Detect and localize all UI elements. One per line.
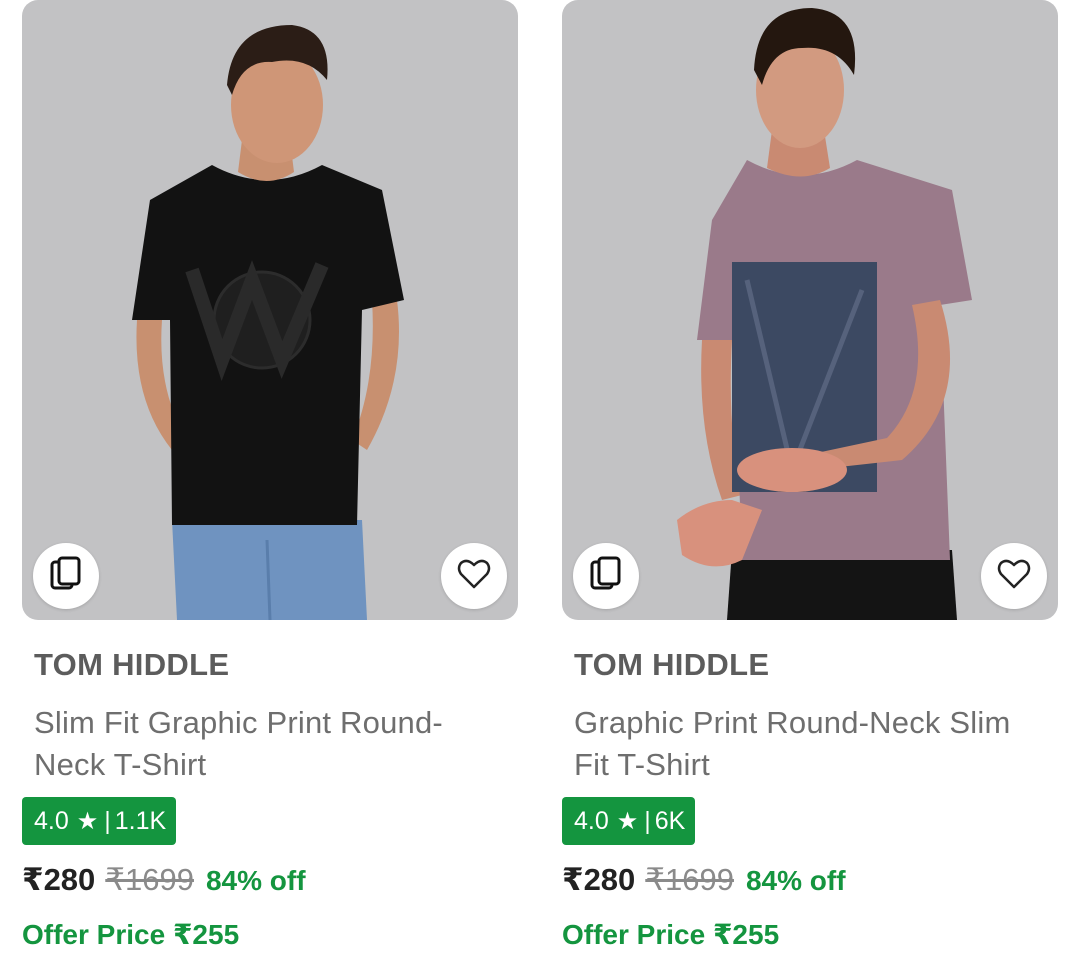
rating-value: 4.0 <box>574 806 609 835</box>
rating-count: 6K <box>654 806 686 835</box>
cards-icon <box>46 554 86 599</box>
product-title[interactable]: Graphic Print Round-Neck Slim Fit T-Shir… <box>574 702 1054 786</box>
product-photo <box>132 25 404 620</box>
product-card[interactable]: TOM HIDDLE Slim Fit Graphic Print Round-… <box>22 0 518 976</box>
star-icon: ★ <box>76 807 99 835</box>
compare-button[interactable] <box>573 543 639 609</box>
rating-badge: 4.0 ★ | 6K <box>562 797 696 845</box>
cards-icon <box>586 554 626 599</box>
brand-name: TOM HIDDLE <box>574 647 770 682</box>
rating-separator: | <box>644 806 651 835</box>
heart-icon <box>456 556 492 597</box>
wishlist-button[interactable] <box>441 543 507 609</box>
product-card[interactable]: TOM HIDDLE Graphic Print Round-Neck Slim… <box>562 0 1058 976</box>
brand-name: TOM HIDDLE <box>34 647 230 682</box>
product-photo <box>677 8 972 620</box>
offer-price: Offer Price ₹255 <box>22 919 240 950</box>
selling-price: ₹280 <box>562 862 636 897</box>
product-image[interactable] <box>562 0 1058 620</box>
offer-price: Offer Price ₹255 <box>562 919 780 950</box>
discount-label: 84% off <box>205 865 306 896</box>
heart-icon <box>996 556 1032 597</box>
compare-button[interactable] <box>33 543 99 609</box>
original-price: ₹1699 <box>105 862 194 897</box>
price-row: ₹280 ₹1699 84% off <box>22 862 306 898</box>
product-title[interactable]: Slim Fit Graphic Print Round-Neck T-Shir… <box>34 702 514 786</box>
selling-price: ₹280 <box>22 862 96 897</box>
star-icon: ★ <box>616 807 639 835</box>
price-row: ₹280 ₹1699 84% off <box>562 862 846 898</box>
original-price: ₹1699 <box>645 862 734 897</box>
product-image[interactable] <box>22 0 518 620</box>
wishlist-button[interactable] <box>981 543 1047 609</box>
rating-value: 4.0 <box>34 806 69 835</box>
discount-label: 84% off <box>745 865 846 896</box>
rating-separator: | <box>104 806 111 835</box>
rating-count: 1.1K <box>114 806 167 835</box>
rating-badge: 4.0 ★ | 1.1K <box>22 797 177 845</box>
